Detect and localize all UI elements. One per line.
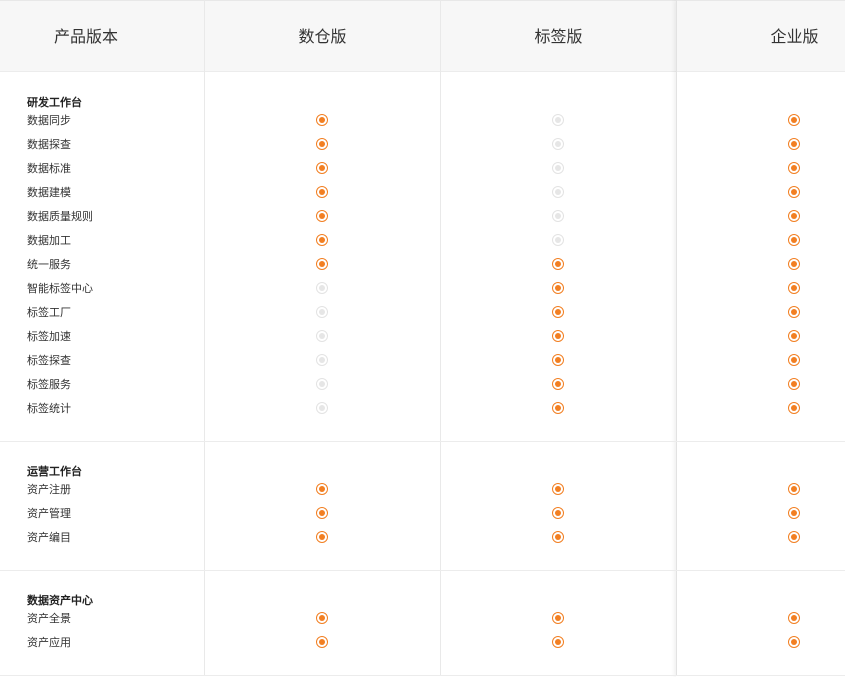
included-indicator-icon <box>788 306 800 318</box>
included-indicator-icon <box>316 531 328 543</box>
column-divider <box>676 0 677 676</box>
included-indicator-icon <box>788 330 800 342</box>
not-included-indicator-icon <box>552 138 564 150</box>
included-indicator-icon <box>788 483 800 495</box>
feature-label: 资产注册 <box>27 483 71 496</box>
included-indicator-icon <box>788 531 800 543</box>
header-edition-tag: 标签版 <box>534 27 583 46</box>
included-indicator-icon <box>788 402 800 414</box>
table-header: 产品版本 数仓版 标签版 企业版 <box>0 0 845 72</box>
feature-label: 标签服务 <box>27 378 71 391</box>
feature-label: 数据建模 <box>27 186 71 199</box>
included-indicator-icon <box>788 282 800 294</box>
included-indicator-icon <box>552 636 564 648</box>
included-indicator-icon <box>552 531 564 543</box>
column-divider <box>440 0 441 676</box>
feature-label: 智能标签中心 <box>27 282 93 295</box>
not-included-indicator-icon <box>552 114 564 126</box>
feature-label: 标签统计 <box>27 402 71 415</box>
feature-label: 标签探查 <box>27 354 71 367</box>
group-separator <box>0 570 845 571</box>
included-indicator-icon <box>552 378 564 390</box>
feature-label: 数据标准 <box>27 162 71 175</box>
feature-label: 标签加速 <box>27 330 71 343</box>
included-indicator-icon <box>552 306 564 318</box>
included-indicator-icon <box>788 162 800 174</box>
column-divider <box>204 0 205 676</box>
included-indicator-icon <box>552 483 564 495</box>
table-bottom-border <box>0 675 845 676</box>
included-indicator-icon <box>788 138 800 150</box>
included-indicator-icon <box>316 186 328 198</box>
group-separator <box>0 441 845 442</box>
feature-label: 数据同步 <box>27 114 71 127</box>
included-indicator-icon <box>316 138 328 150</box>
group-title: 运营工作台 <box>27 465 82 478</box>
not-included-indicator-icon <box>316 354 328 366</box>
not-included-indicator-icon <box>552 210 564 222</box>
sticky-column-shadow <box>676 0 845 677</box>
included-indicator-icon <box>552 507 564 519</box>
included-indicator-icon <box>788 234 800 246</box>
included-indicator-icon <box>788 507 800 519</box>
header-edition-enterprise: 企业版 <box>770 27 819 46</box>
included-indicator-icon <box>552 282 564 294</box>
feature-label: 标签工厂 <box>27 306 71 319</box>
included-indicator-icon <box>316 612 328 624</box>
included-indicator-icon <box>788 114 800 126</box>
not-included-indicator-icon <box>316 330 328 342</box>
included-indicator-icon <box>552 612 564 624</box>
included-indicator-icon <box>316 483 328 495</box>
included-indicator-icon <box>788 378 800 390</box>
feature-label: 数据质量规则 <box>27 210 93 223</box>
not-included-indicator-icon <box>316 378 328 390</box>
feature-label: 资产全景 <box>27 612 71 625</box>
feature-label: 资产管理 <box>27 507 71 520</box>
not-included-indicator-icon <box>552 162 564 174</box>
included-indicator-icon <box>788 258 800 270</box>
not-included-indicator-icon <box>316 402 328 414</box>
not-included-indicator-icon <box>552 234 564 246</box>
included-indicator-icon <box>788 636 800 648</box>
included-indicator-icon <box>316 114 328 126</box>
included-indicator-icon <box>788 210 800 222</box>
not-included-indicator-icon <box>316 282 328 294</box>
included-indicator-icon <box>316 258 328 270</box>
edition-comparison-table: 产品版本 数仓版 标签版 企业版 研发工作台数据同步数据探查数据标准数据建模数据… <box>0 0 845 677</box>
included-indicator-icon <box>788 354 800 366</box>
header-edition-warehouse: 数仓版 <box>298 27 347 46</box>
group-title: 数据资产中心 <box>27 594 93 607</box>
included-indicator-icon <box>552 330 564 342</box>
feature-label: 数据加工 <box>27 234 71 247</box>
included-indicator-icon <box>552 354 564 366</box>
included-indicator-icon <box>552 258 564 270</box>
included-indicator-icon <box>316 210 328 222</box>
included-indicator-icon <box>552 402 564 414</box>
not-included-indicator-icon <box>552 186 564 198</box>
feature-label: 数据探查 <box>27 138 71 151</box>
feature-label: 资产编目 <box>27 531 71 544</box>
feature-label: 统一服务 <box>27 258 71 271</box>
included-indicator-icon <box>316 636 328 648</box>
included-indicator-icon <box>316 162 328 174</box>
not-included-indicator-icon <box>316 306 328 318</box>
included-indicator-icon <box>788 186 800 198</box>
header-label: 产品版本 <box>53 27 118 46</box>
feature-label: 资产应用 <box>27 636 71 649</box>
included-indicator-icon <box>788 612 800 624</box>
included-indicator-icon <box>316 234 328 246</box>
included-indicator-icon <box>316 507 328 519</box>
group-title: 研发工作台 <box>27 96 82 109</box>
